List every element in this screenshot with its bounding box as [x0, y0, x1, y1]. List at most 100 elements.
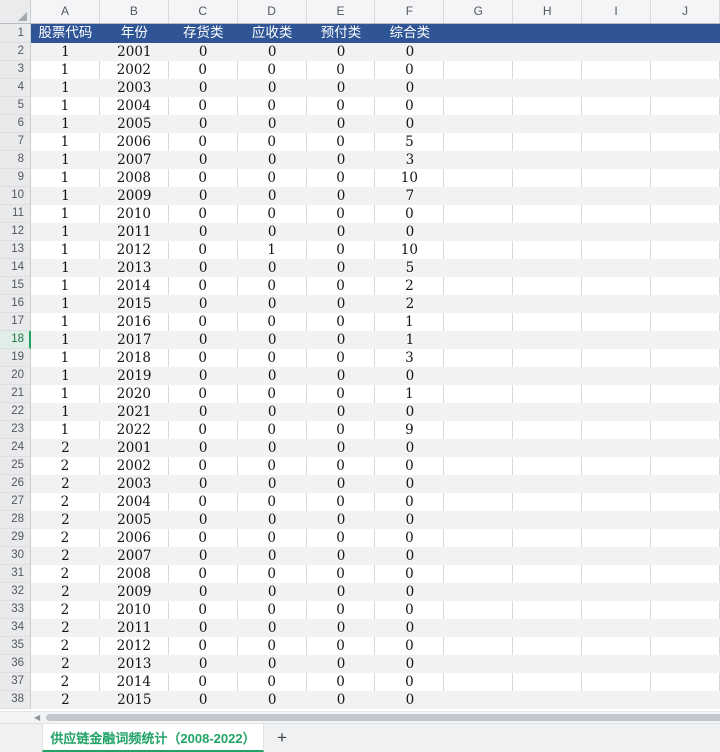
- cell[interactable]: [582, 277, 652, 295]
- cell[interactable]: [513, 349, 583, 367]
- cell[interactable]: 0: [168, 547, 238, 565]
- cell[interactable]: 0: [168, 331, 238, 349]
- cell[interactable]: 0: [237, 205, 307, 223]
- cell[interactable]: [651, 475, 720, 493]
- cell[interactable]: 0: [237, 673, 307, 691]
- row-number[interactable]: 21: [0, 385, 31, 403]
- cell[interactable]: [513, 511, 583, 529]
- cell[interactable]: [651, 637, 720, 655]
- cell[interactable]: 2003: [99, 475, 169, 493]
- cell[interactable]: 0: [306, 241, 376, 259]
- cell[interactable]: 2: [31, 439, 100, 457]
- cell[interactable]: 0: [168, 79, 238, 97]
- cell[interactable]: 0: [237, 421, 307, 439]
- cell[interactable]: [444, 349, 514, 367]
- cell[interactable]: 1: [31, 313, 100, 331]
- cell[interactable]: [651, 619, 720, 637]
- cell[interactable]: [444, 439, 514, 457]
- cell[interactable]: 0: [237, 97, 307, 115]
- cell[interactable]: 0: [375, 439, 445, 457]
- cell[interactable]: 0: [375, 457, 445, 475]
- cell[interactable]: 0: [306, 619, 376, 637]
- cell[interactable]: 2020: [99, 385, 169, 403]
- row-number[interactable]: 16: [0, 295, 31, 313]
- row-number[interactable]: 37: [0, 673, 31, 691]
- cell[interactable]: 0: [306, 151, 376, 169]
- row-number[interactable]: 13: [0, 241, 31, 259]
- column-letter[interactable]: I: [582, 0, 652, 23]
- cell[interactable]: [582, 511, 652, 529]
- cell[interactable]: 0: [237, 637, 307, 655]
- cell[interactable]: [651, 349, 720, 367]
- add-sheet-button[interactable]: +: [264, 724, 300, 752]
- cell[interactable]: 0: [237, 295, 307, 313]
- cell[interactable]: [444, 313, 514, 331]
- cell[interactable]: 0: [237, 277, 307, 295]
- cell[interactable]: 0: [306, 421, 376, 439]
- cell[interactable]: [513, 367, 583, 385]
- cell[interactable]: [651, 241, 720, 259]
- cell[interactable]: 0: [168, 259, 238, 277]
- cell[interactable]: 0: [168, 583, 238, 601]
- cell[interactable]: [651, 439, 720, 457]
- cell[interactable]: [582, 187, 652, 205]
- row-number[interactable]: 5: [0, 97, 31, 115]
- cell[interactable]: 0: [237, 331, 307, 349]
- cell[interactable]: 0: [306, 457, 376, 475]
- cell[interactable]: 0: [306, 295, 376, 313]
- row-number[interactable]: 33: [0, 601, 31, 619]
- cell[interactable]: [582, 385, 652, 403]
- cell[interactable]: [582, 223, 652, 241]
- cell[interactable]: 1: [31, 205, 100, 223]
- cell[interactable]: [444, 133, 514, 151]
- row-number[interactable]: 22: [0, 403, 31, 421]
- cell[interactable]: [513, 151, 583, 169]
- cell[interactable]: 2: [31, 529, 100, 547]
- cell[interactable]: 0: [237, 475, 307, 493]
- cell[interactable]: [651, 187, 720, 205]
- cell[interactable]: [651, 385, 720, 403]
- cell[interactable]: 2: [375, 277, 445, 295]
- cell[interactable]: 2: [31, 565, 100, 583]
- cell[interactable]: [582, 421, 652, 439]
- column-letter[interactable]: E: [307, 0, 376, 23]
- cell[interactable]: [582, 259, 652, 277]
- cell[interactable]: 2009: [99, 187, 169, 205]
- row-number[interactable]: 29: [0, 529, 31, 547]
- cell[interactable]: 0: [375, 547, 445, 565]
- cell[interactable]: [513, 331, 583, 349]
- cell[interactable]: [651, 691, 720, 709]
- cell[interactable]: 0: [375, 511, 445, 529]
- cell[interactable]: 0: [375, 637, 445, 655]
- cell[interactable]: 0: [375, 61, 445, 79]
- cell[interactable]: [444, 565, 514, 583]
- cell[interactable]: 0: [168, 43, 238, 61]
- column-letter[interactable]: C: [169, 0, 238, 23]
- cell[interactable]: 0: [306, 385, 376, 403]
- table-header-cell[interactable]: 预付类: [307, 24, 376, 43]
- cell[interactable]: [582, 349, 652, 367]
- sheet-tab-active[interactable]: 供应链金融词频统计（2008-2022）: [42, 724, 264, 752]
- cell[interactable]: 1: [31, 61, 100, 79]
- cell[interactable]: 2002: [99, 457, 169, 475]
- cell[interactable]: [513, 583, 583, 601]
- cell[interactable]: 9: [375, 421, 445, 439]
- cell[interactable]: [444, 529, 514, 547]
- cell[interactable]: 1: [31, 223, 100, 241]
- cell[interactable]: 1: [375, 385, 445, 403]
- cell[interactable]: 2004: [99, 493, 169, 511]
- cell[interactable]: 2: [31, 673, 100, 691]
- cell[interactable]: 1: [31, 133, 100, 151]
- row-number[interactable]: 26: [0, 475, 31, 493]
- cell[interactable]: [513, 529, 583, 547]
- row-number[interactable]: 2: [0, 43, 31, 61]
- cell[interactable]: 0: [306, 475, 376, 493]
- cell[interactable]: 0: [306, 97, 376, 115]
- cell[interactable]: [513, 493, 583, 511]
- cell[interactable]: 0: [306, 511, 376, 529]
- cell[interactable]: 2: [31, 457, 100, 475]
- cell[interactable]: 0: [168, 655, 238, 673]
- cell[interactable]: 0: [375, 475, 445, 493]
- row-number[interactable]: 15: [0, 277, 31, 295]
- cell[interactable]: 1: [31, 97, 100, 115]
